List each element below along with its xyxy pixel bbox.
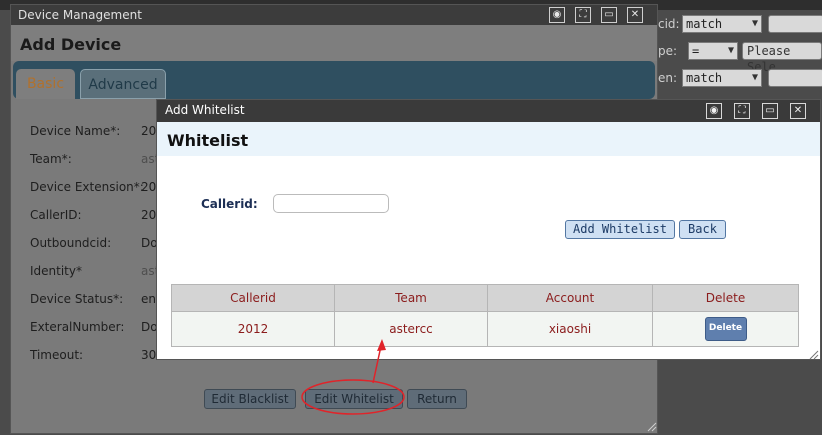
pin-icon[interactable]: ◉	[549, 7, 565, 23]
edit-blacklist-button[interactable]: Edit Blacklist	[204, 389, 296, 409]
filter-row-cid: cid: match ▼	[656, 13, 822, 35]
field-label-outboundcid: Outboundcid:	[30, 236, 112, 250]
filter-value-input[interactable]	[768, 69, 822, 87]
whitelist-heading: Whitelist	[167, 131, 249, 150]
filter-row-type: pe: = ▼ Please Sele	[656, 40, 822, 74]
tab-advanced[interactable]: Advanced	[80, 69, 166, 99]
field-label-device-status: Device Status*:	[30, 292, 124, 306]
chevron-down-icon: ▼	[727, 45, 734, 56]
chevron-down-icon: ▼	[751, 18, 758, 29]
field-label-team: Team*:	[30, 152, 72, 166]
device-form-header: Add Device	[11, 25, 657, 61]
whitelist-header: Whitelist	[157, 122, 820, 156]
cell-callerid: 2012	[171, 311, 335, 347]
return-button[interactable]: Return	[407, 389, 467, 409]
column-header-team: Team	[334, 284, 488, 312]
resize-grip-icon[interactable]	[647, 421, 657, 432]
table-row: 2012 astercc xiaoshi Delete	[171, 311, 799, 347]
maximize-icon[interactable]: ⛶	[575, 7, 591, 23]
delete-button[interactable]: Delete	[704, 317, 747, 341]
field-label-device-extension: Device Extension*:	[30, 180, 144, 194]
back-button[interactable]: Back	[679, 220, 726, 239]
pin-icon[interactable]: ◉	[706, 103, 722, 119]
add-whitelist-button[interactable]: Add Whitelist	[565, 220, 675, 239]
field-value-device-status: en	[141, 292, 156, 306]
resize-grip-icon[interactable]	[809, 349, 819, 360]
column-header-delete: Delete	[652, 284, 799, 312]
field-value-callerid: 20	[141, 208, 157, 222]
filter-label: pe:	[658, 44, 678, 58]
column-header-account: Account	[487, 284, 653, 312]
cell-team: astercc	[334, 311, 488, 347]
field-value-device-extension: 20	[141, 180, 157, 194]
cell-delete: Delete	[652, 311, 799, 347]
window-title: Device Management	[18, 8, 142, 22]
callerid-input[interactable]	[273, 194, 389, 213]
page-title: Add Device	[20, 35, 122, 54]
field-label-callerid: CallerID:	[30, 208, 82, 222]
filter-operator-select[interactable]: = ▼	[688, 42, 738, 60]
minimize-icon[interactable]: ▭	[601, 7, 617, 23]
field-label-exteral-number: ExteralNumber:	[30, 320, 125, 334]
close-icon[interactable]: ✕	[627, 7, 643, 23]
tab-bar: Basic Advanced	[13, 61, 655, 99]
table-header-row: Callerid Team Account Delete	[171, 284, 799, 312]
edit-whitelist-button[interactable]: Edit Whitelist	[305, 389, 403, 409]
add-whitelist-dialog: Add Whitelist ◉ ⛶ ▭ ✕ Whitelist Callerid…	[156, 99, 821, 360]
maximize-icon[interactable]: ⛶	[734, 103, 750, 119]
filter-operator-select[interactable]: match ▼	[682, 69, 762, 87]
filter-label: en:	[658, 71, 678, 85]
callerid-label: Callerid:	[201, 197, 258, 211]
field-label-device-name: Device Name*:	[30, 124, 121, 138]
tab-basic[interactable]: Basic	[16, 69, 75, 99]
dialog-title: Add Whitelist	[165, 103, 245, 117]
field-value-device-name: 20	[141, 124, 157, 138]
filter-operator-select[interactable]: match ▼	[682, 15, 762, 33]
field-label-timeout: Timeout:	[30, 348, 84, 362]
field-value-timeout: 30	[141, 348, 157, 362]
column-header-callerid: Callerid	[171, 284, 335, 312]
filter-label: cid:	[658, 17, 680, 31]
field-label-identity: Identity*	[30, 264, 82, 278]
filter-row-en: en: match ▼	[656, 67, 822, 89]
whitelist-table: Callerid Team Account Delete 2012 asterc…	[171, 284, 799, 347]
close-icon[interactable]: ✕	[790, 103, 806, 119]
filter-value-input[interactable]	[768, 15, 822, 33]
filter-value-select[interactable]: Please Sele	[742, 42, 822, 74]
chevron-down-icon: ▼	[751, 72, 758, 83]
cell-account: xiaoshi	[487, 311, 653, 347]
minimize-icon[interactable]: ▭	[762, 103, 778, 119]
